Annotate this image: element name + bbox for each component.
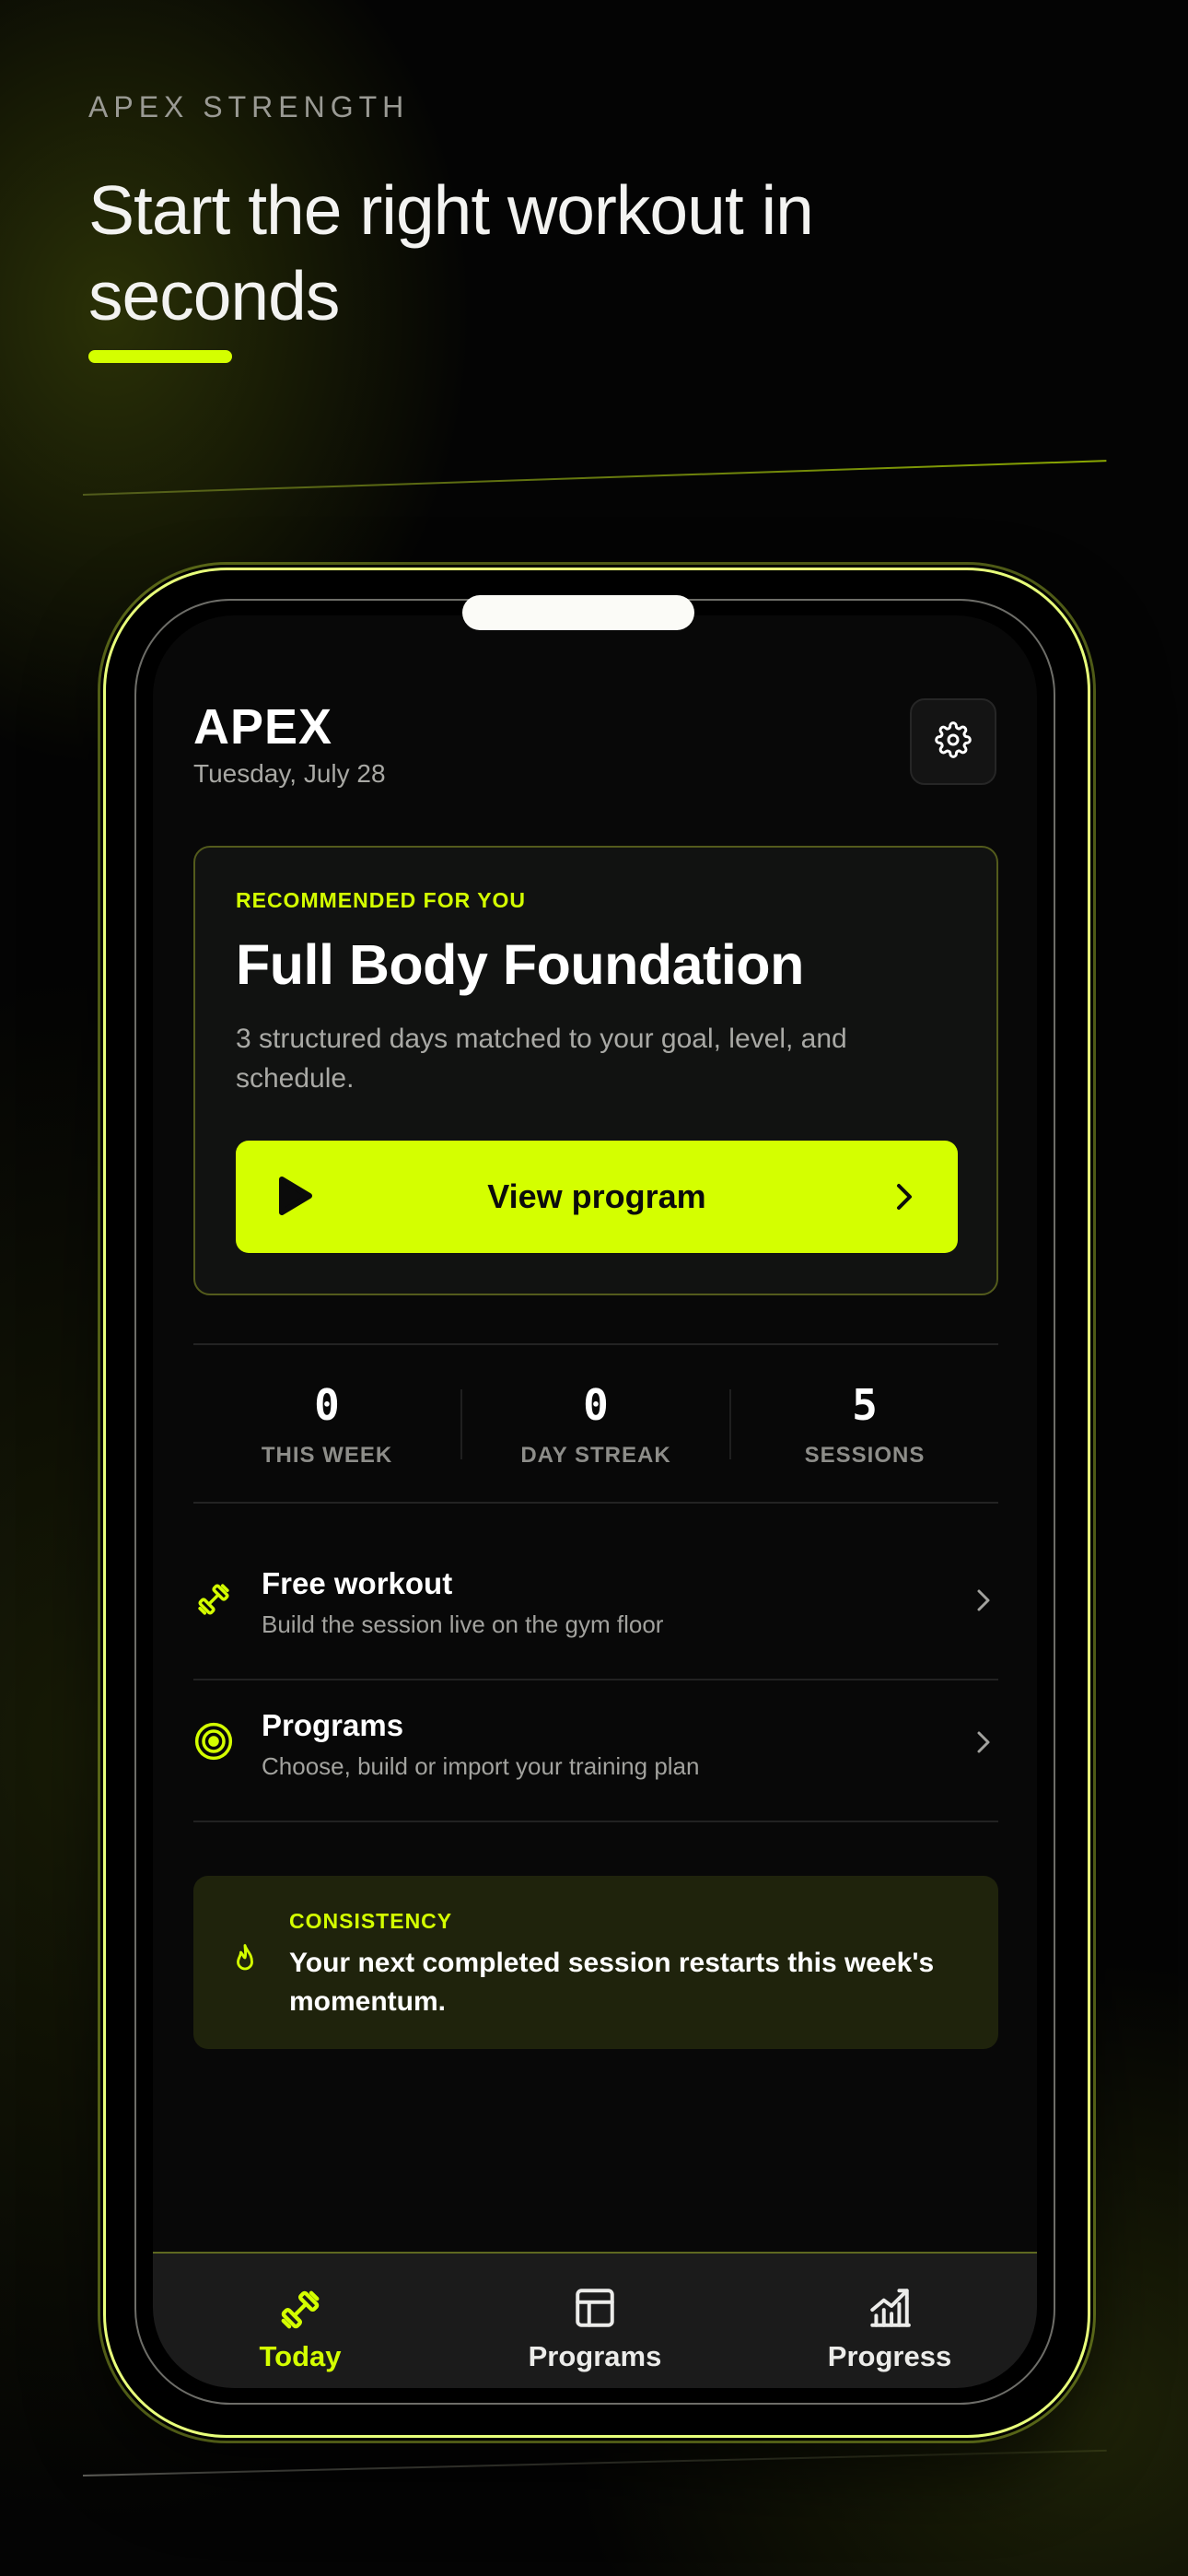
stats-row: 0 THIS WEEK 0 DAY STREAK 5 SESSIONS	[193, 1343, 998, 1504]
app-screen: APEX Tuesday, July 28 RECOMMENDED FOR YO…	[153, 615, 1037, 2388]
chevron-right-icon	[891, 1181, 917, 1217]
dumbbell-icon	[193, 1579, 234, 1624]
stat-label: SESSIONS	[804, 1443, 926, 1468]
recommended-program-card: RECOMMENDED FOR YOU Full Body Foundation…	[193, 846, 998, 1295]
tab-programs[interactable]: Programs	[448, 2254, 742, 2388]
free-workout-subtitle: Build the session live on the gym floor	[262, 1610, 664, 1638]
tab-label: Programs	[528, 2340, 662, 2372]
free-workout-row[interactable]: Free workout Build the session live on t…	[193, 1539, 998, 1680]
promo-headline: Start the right workout in seconds	[88, 171, 814, 334]
chevron-right-icon	[974, 1587, 993, 1619]
program-title: Full Body Foundation	[236, 933, 804, 996]
free-workout-title: Free workout	[262, 1566, 453, 1600]
app-title: APEX	[193, 699, 333, 755]
stat-value: 5	[852, 1380, 878, 1430]
programs-title: Programs	[262, 1708, 404, 1742]
view-program-label: View program	[487, 1177, 706, 1215]
gear-icon	[935, 720, 972, 763]
stat-label: DAY STREAK	[520, 1443, 671, 1468]
dumbbell-icon	[153, 2285, 448, 2335]
chart-icon	[742, 2285, 1037, 2331]
tab-bar: Today Programs Progress	[153, 2252, 1037, 2388]
layout-icon	[448, 2285, 742, 2331]
chevron-right-icon	[974, 1728, 993, 1761]
flame-icon	[228, 1942, 262, 1984]
programs-subtitle: Choose, build or import your training pl…	[262, 1752, 700, 1780]
target-icon	[193, 1721, 234, 1766]
consistency-card: CONSISTENCY Your next completed session …	[193, 1876, 998, 2049]
headline-underline	[88, 350, 232, 363]
tab-progress[interactable]: Progress	[742, 2254, 1037, 2388]
recommended-label: RECOMMENDED FOR YOU	[236, 888, 527, 912]
view-program-button[interactable]: View program	[236, 1141, 958, 1253]
app-date: Tuesday, July 28	[193, 759, 386, 788]
stat-sessions: 5 SESSIONS	[731, 1345, 998, 1502]
stat-value: 0	[583, 1380, 609, 1430]
stat-value: 0	[314, 1380, 340, 1430]
settings-button[interactable]	[910, 698, 996, 785]
consistency-message: Your next completed session restarts thi…	[289, 1948, 935, 2017]
promo-eyebrow: APEX STRENGTH	[88, 90, 410, 123]
programs-row[interactable]: Programs Choose, build or import your tr…	[193, 1680, 998, 1822]
dynamic-island	[462, 595, 694, 630]
stat-this-week: 0 THIS WEEK	[193, 1345, 460, 1502]
program-description: 3 structured days matched to your goal, …	[236, 1024, 847, 1094]
tab-label: Today	[259, 2340, 342, 2372]
consistency-label: CONSISTENCY	[289, 1909, 453, 1933]
stat-label: THIS WEEK	[261, 1443, 393, 1468]
stat-day-streak: 0 DAY STREAK	[462, 1345, 729, 1502]
tab-label: Progress	[827, 2340, 952, 2372]
tab-today[interactable]: Today	[153, 2254, 448, 2388]
phone-bezel: APEX Tuesday, July 28 RECOMMENDED FOR YO…	[134, 599, 1055, 2405]
